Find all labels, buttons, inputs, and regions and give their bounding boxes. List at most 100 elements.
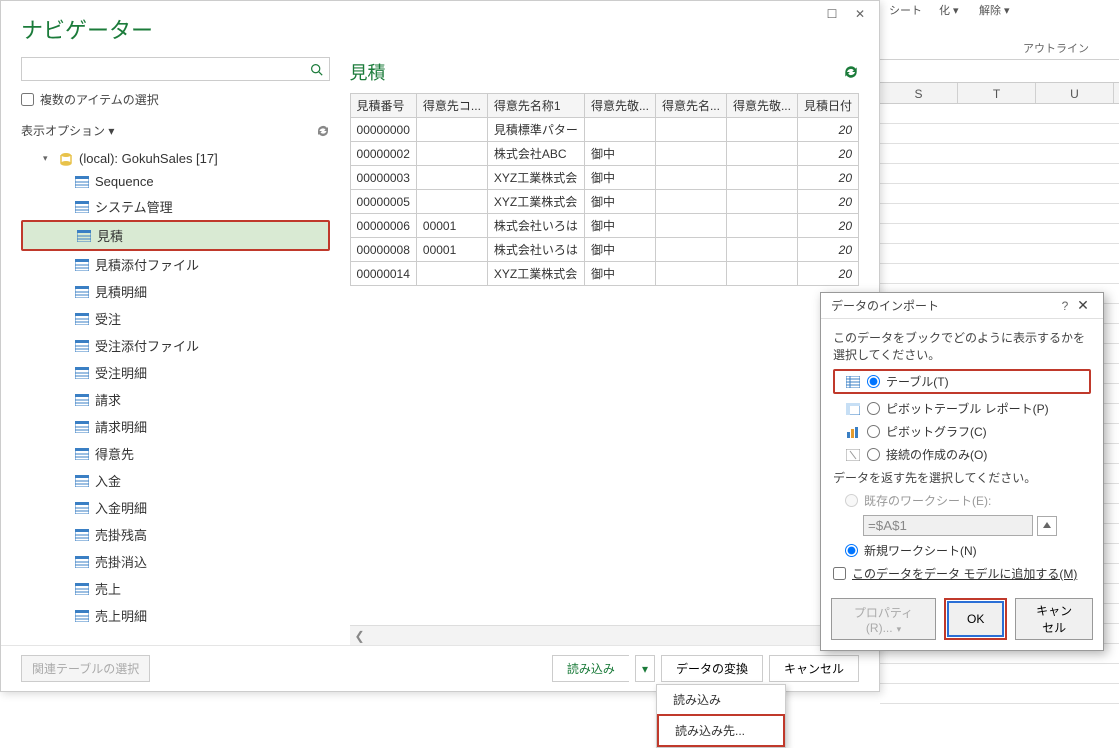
search-input[interactable] [22, 58, 305, 80]
table-row[interactable]: 00000005XYZ工業株式会御中20 [350, 190, 858, 214]
table-row[interactable]: 00000003XYZ工業株式会御中20 [350, 166, 858, 190]
table-cell [726, 166, 797, 190]
search-icon[interactable] [305, 58, 329, 80]
radio-pivottable[interactable] [867, 402, 880, 415]
table-cell [726, 262, 797, 286]
column-header[interactable]: 得意先名称1 [487, 94, 584, 118]
maximize-icon[interactable]: ☐ [823, 5, 841, 23]
table-cell: 00001 [416, 238, 487, 262]
table-cell: 株式会社いろは [487, 238, 584, 262]
table-icon [75, 340, 89, 352]
column-header[interactable]: 得意先敬... [584, 94, 655, 118]
table-cell: 御中 [584, 214, 655, 238]
tree-table-item[interactable]: 得意先 [21, 440, 330, 467]
tree-item-label: 入金明細 [95, 498, 147, 517]
table-cell: 御中 [584, 262, 655, 286]
column-header[interactable]: 見積番号 [350, 94, 416, 118]
tree-table-item[interactable]: 見積 [21, 220, 330, 251]
tree-table-item[interactable]: 売掛残高 [21, 521, 330, 548]
import-close-icon[interactable]: ✕ [1073, 297, 1093, 314]
table-icon [75, 529, 89, 541]
import-data-dialog: データのインポート ? ✕ このデータをブックでどのように表示するかを選択してく… [820, 292, 1104, 651]
table-cell: 00000014 [350, 262, 416, 286]
tree-table-item[interactable]: 受注 [21, 305, 330, 332]
table-cell [416, 166, 487, 190]
table-row[interactable]: 0000000800001株式会社いろは御中20 [350, 238, 858, 262]
tree-table-item[interactable]: 請求 [21, 386, 330, 413]
related-tables-button: 関連テーブルの選択 [21, 655, 150, 682]
load-button[interactable]: 読み込み [552, 655, 629, 682]
close-icon[interactable]: ✕ [851, 5, 869, 23]
tree-table-item[interactable]: 請求明細 [21, 413, 330, 440]
table-row[interactable]: 00000014XYZ工業株式会御中20 [350, 262, 858, 286]
preview-title: 見積 [350, 59, 843, 85]
tree-table-item[interactable]: 受注明細 [21, 359, 330, 386]
multi-select-label: 複数のアイテムの選択 [40, 91, 159, 108]
column-header[interactable]: 得意先敬... [726, 94, 797, 118]
menu-load[interactable]: 読み込み [657, 685, 785, 714]
horizontal-scrollbar[interactable]: ❮ ❯ [350, 625, 859, 645]
table-cell: 00000006 [350, 214, 416, 238]
tree-db-node[interactable]: ▾ (local): GokuhSales [17] [21, 147, 330, 170]
table-cell [655, 118, 726, 142]
search-input-wrapper [21, 57, 330, 81]
table-cell: 株式会社ABC [487, 142, 584, 166]
tree-item-label: 受注添付ファイル [95, 336, 199, 355]
table-cell: XYZ工業株式会 [487, 166, 584, 190]
radio-connection-only[interactable] [867, 448, 880, 461]
db-label: (local): GokuhSales [17] [79, 151, 218, 166]
menu-load-to[interactable]: 読み込み先... [657, 714, 785, 747]
table-icon [75, 502, 89, 514]
table-icon [75, 313, 89, 325]
tree-table-item[interactable]: 入金明細 [21, 494, 330, 521]
table-cell: 御中 [584, 142, 655, 166]
pivotchart-icon [845, 424, 861, 440]
table-cell [655, 166, 726, 190]
column-header[interactable]: 得意先名... [655, 94, 726, 118]
navigator-cancel-button[interactable]: キャンセル [769, 655, 859, 682]
tree-table-item[interactable]: システム管理 [21, 193, 330, 220]
table-cell: 株式会社いろは [487, 214, 584, 238]
tree-table-item[interactable]: 見積明細 [21, 278, 330, 305]
radio-new-sheet[interactable] [845, 544, 858, 557]
radio-pivotchart-label: ピボットグラフ(C) [886, 423, 987, 440]
help-icon[interactable]: ? [1057, 299, 1073, 313]
add-to-data-model-label: このデータをデータ モデルに追加する(M) [852, 565, 1077, 582]
add-to-data-model-checkbox[interactable] [833, 567, 846, 580]
tree-item-label: 売掛消込 [95, 552, 147, 571]
table-icon [75, 610, 89, 622]
load-dropdown-button[interactable]: ▾ [635, 655, 655, 682]
tree-table-item[interactable]: 見積添付ファイル [21, 251, 330, 278]
tree-item-label: 売上明細 [95, 606, 147, 625]
table-cell: 御中 [584, 190, 655, 214]
refresh-preview-icon[interactable] [843, 64, 859, 80]
table-cell [416, 142, 487, 166]
connection-icon [845, 447, 861, 463]
tree-item-label: Sequence [95, 174, 154, 189]
import-prompt-display: このデータをブックでどのように表示するかを選択してください。 [833, 329, 1091, 363]
tree-table-item[interactable]: 売上明細 [21, 602, 330, 629]
import-cancel-button[interactable]: キャンセル [1015, 598, 1093, 640]
tree-table-item[interactable]: 入金 [21, 467, 330, 494]
transform-data-button[interactable]: データの変換 [661, 655, 763, 682]
tree-item-label: システム管理 [95, 197, 173, 216]
refresh-icon[interactable] [316, 124, 330, 138]
tree-table-item[interactable]: 売上 [21, 575, 330, 602]
table-row[interactable]: 0000000600001株式会社いろは御中20 [350, 214, 858, 238]
scroll-left-icon[interactable]: ❮ [350, 629, 370, 643]
radio-pivotchart[interactable] [867, 425, 880, 438]
table-row[interactable]: 00000000見積標準パター20 [350, 118, 858, 142]
tree-table-item[interactable]: 売掛消込 [21, 548, 330, 575]
table-row[interactable]: 00000002株式会社ABC御中20 [350, 142, 858, 166]
display-options-dropdown[interactable]: 表示オプション ▾ [21, 122, 114, 139]
ok-button[interactable]: OK [947, 601, 1004, 637]
multi-select-checkbox[interactable] [21, 93, 34, 106]
radio-table[interactable] [867, 375, 880, 388]
column-header[interactable]: 得意先コ... [416, 94, 487, 118]
table-cell: 00000008 [350, 238, 416, 262]
tree-table-item[interactable]: 受注添付ファイル [21, 332, 330, 359]
tree-table-item[interactable]: Sequence [21, 170, 330, 193]
column-header[interactable]: 見積日付 [797, 94, 858, 118]
table-cell [655, 190, 726, 214]
radio-pivottable-label: ピボットテーブル レポート(P) [886, 400, 1049, 417]
